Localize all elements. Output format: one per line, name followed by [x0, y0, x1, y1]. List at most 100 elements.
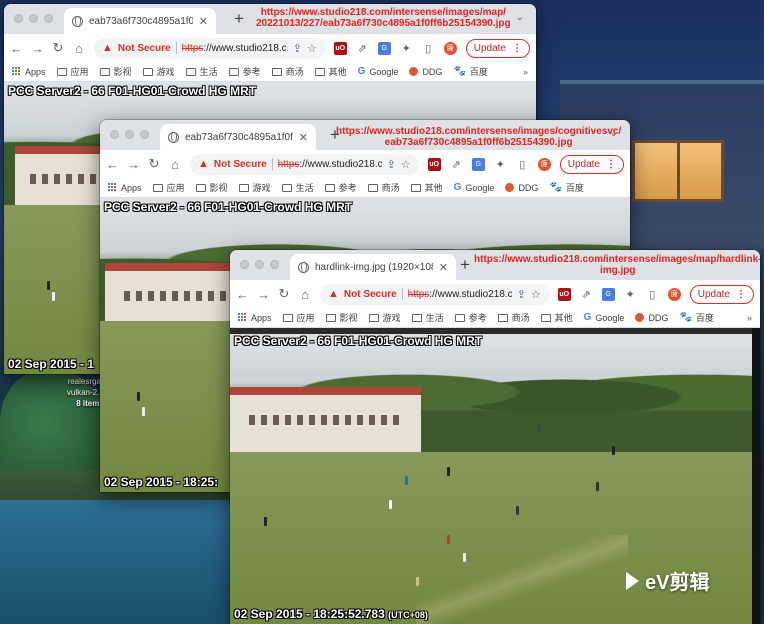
- bookmarks-overflow-icon[interactable]: »: [523, 67, 528, 77]
- new-tab-button[interactable]: +: [460, 256, 470, 274]
- close-window-button[interactable]: [240, 260, 249, 269]
- tab-strip: hardlink-img.jpg (1920×1080) ✕ + https:/…: [230, 250, 760, 280]
- bookmark-folder[interactable]: 参考: [324, 181, 357, 194]
- bookmark-ddg[interactable]: DDG: [409, 67, 442, 77]
- bookmark-folder[interactable]: 影视: [325, 311, 358, 324]
- active-tab[interactable]: eab73a6f730c4895a1f0ff6b2 ✕: [64, 8, 216, 34]
- close-tab-icon[interactable]: ✕: [299, 131, 308, 144]
- bookmark-google[interactable]: G Google: [584, 312, 625, 323]
- side-panel-icon[interactable]: ▯: [516, 158, 529, 171]
- side-panel-icon[interactable]: ▯: [422, 42, 435, 55]
- folder-icon: [185, 67, 196, 76]
- translate-icon[interactable]: G: [471, 157, 485, 171]
- extensions-puzzle-icon[interactable]: ✦: [624, 288, 637, 301]
- reload-icon[interactable]: ↻: [52, 40, 64, 56]
- close-tab-icon[interactable]: ✕: [199, 15, 208, 28]
- bookmark-ddg[interactable]: DDG: [505, 183, 538, 193]
- bookmark-google[interactable]: G Google: [454, 182, 495, 193]
- share-icon[interactable]: ⇪: [293, 42, 302, 55]
- forward-arrow-icon[interactable]: →: [257, 287, 270, 302]
- bookmark-apps[interactable]: Apps: [12, 67, 46, 77]
- bookmarks-overflow-icon[interactable]: »: [747, 313, 752, 323]
- share-icon[interactable]: ⇪: [517, 288, 526, 301]
- bookmark-star-icon[interactable]: ☆: [307, 42, 317, 55]
- bookmark-folder[interactable]: 生活: [281, 181, 314, 194]
- bookmark-star-icon[interactable]: ☆: [401, 158, 411, 171]
- minimize-window-button[interactable]: [125, 130, 134, 139]
- reload-icon[interactable]: ↻: [148, 156, 160, 172]
- bookmark-apps[interactable]: Apps: [238, 313, 272, 323]
- bookmark-folder[interactable]: 其他: [314, 65, 347, 78]
- bookmark-folder[interactable]: 参考: [454, 311, 487, 324]
- address-bar[interactable]: ▲ Not Secure https://www.studio218.c... …: [320, 283, 549, 305]
- reload-icon[interactable]: ↻: [278, 286, 290, 302]
- forward-arrow-icon[interactable]: →: [31, 41, 44, 56]
- minimize-window-button[interactable]: [29, 14, 38, 23]
- zoom-window-button[interactable]: [270, 260, 279, 269]
- zoom-window-button[interactable]: [44, 14, 53, 23]
- bookmark-folder[interactable]: 商汤: [271, 65, 304, 78]
- address-bar[interactable]: ▲ Not Secure https://www.studio218.c... …: [190, 153, 419, 175]
- bookmark-apps[interactable]: Apps: [108, 183, 142, 193]
- update-button[interactable]: Update ⋮: [465, 38, 530, 58]
- bookmark-folder[interactable]: 游戏: [238, 181, 271, 194]
- bookmark-folder[interactable]: 其他: [540, 311, 573, 324]
- open-external-icon[interactable]: ⇗: [580, 288, 593, 301]
- active-tab[interactable]: eab73a6f730c4895a1f0ff6b2 ✕: [160, 124, 316, 150]
- close-tab-icon[interactable]: ✕: [439, 261, 448, 274]
- ublock-icon[interactable]: uO: [427, 157, 441, 171]
- translate-icon[interactable]: G: [377, 41, 391, 55]
- active-tab[interactable]: hardlink-img.jpg (1920×1080) ✕: [290, 254, 456, 280]
- side-panel-icon[interactable]: ▯: [646, 288, 659, 301]
- minimize-window-button[interactable]: [255, 260, 264, 269]
- bookmark-folder[interactable]: 商汤: [497, 311, 530, 324]
- bookmark-baidu[interactable]: 🐾 百度: [453, 65, 487, 78]
- bookmark-folder[interactable]: 应用: [56, 65, 89, 78]
- profile-avatar[interactable]: 廉: [667, 287, 681, 301]
- bookmark-folder[interactable]: 其他: [410, 181, 443, 194]
- bookmark-folder[interactable]: 商汤: [367, 181, 400, 194]
- forward-arrow-icon[interactable]: →: [127, 157, 140, 172]
- new-tab-button[interactable]: +: [234, 10, 244, 28]
- home-icon[interactable]: ⌂: [299, 287, 311, 302]
- extensions-puzzle-icon[interactable]: ✦: [400, 42, 413, 55]
- profile-avatar[interactable]: 廉: [537, 157, 551, 171]
- bookmark-folder[interactable]: 游戏: [142, 65, 175, 78]
- bookmark-folder[interactable]: 应用: [282, 311, 315, 324]
- update-button[interactable]: Update ⋮: [559, 154, 624, 174]
- home-icon[interactable]: ⌂: [73, 41, 85, 56]
- open-external-icon[interactable]: ⇗: [356, 42, 369, 55]
- tab-search-chevron-icon[interactable]: ⌄: [516, 12, 524, 23]
- back-arrow-icon[interactable]: ←: [106, 157, 119, 172]
- window-controls[interactable]: [240, 260, 279, 269]
- share-icon[interactable]: ⇪: [387, 158, 396, 171]
- back-arrow-icon[interactable]: ←: [236, 287, 249, 302]
- zoom-window-button[interactable]: [140, 130, 149, 139]
- window-controls[interactable]: [110, 130, 149, 139]
- bookmark-ddg[interactable]: DDG: [635, 313, 668, 323]
- bookmark-folder[interactable]: 生活: [185, 65, 218, 78]
- bookmark-folder[interactable]: 生活: [411, 311, 444, 324]
- extensions-puzzle-icon[interactable]: ✦: [494, 158, 507, 171]
- update-button[interactable]: Update ⋮: [689, 284, 754, 304]
- close-window-button[interactable]: [14, 14, 23, 23]
- profile-avatar[interactable]: 廉: [443, 41, 457, 55]
- home-icon[interactable]: ⌂: [169, 157, 181, 172]
- ublock-icon[interactable]: uO: [333, 41, 347, 55]
- back-arrow-icon[interactable]: ←: [10, 41, 23, 56]
- bookmark-google[interactable]: G Google: [358, 66, 399, 77]
- close-window-button[interactable]: [110, 130, 119, 139]
- bookmark-folder[interactable]: 应用: [152, 181, 185, 194]
- bookmark-star-icon[interactable]: ☆: [531, 288, 541, 301]
- bookmark-baidu[interactable]: 🐾 百度: [679, 311, 713, 324]
- address-bar[interactable]: ▲ Not Secure https://www.studio218.c... …: [94, 37, 325, 59]
- window-controls[interactable]: [14, 14, 53, 23]
- bookmark-folder[interactable]: 游戏: [368, 311, 401, 324]
- bookmark-folder[interactable]: 影视: [195, 181, 228, 194]
- bookmark-baidu[interactable]: 🐾 百度: [549, 181, 583, 194]
- open-external-icon[interactable]: ⇗: [450, 158, 463, 171]
- bookmark-folder[interactable]: 参考: [228, 65, 261, 78]
- translate-icon[interactable]: G: [601, 287, 615, 301]
- bookmark-folder[interactable]: 影视: [99, 65, 132, 78]
- ublock-icon[interactable]: uO: [557, 287, 571, 301]
